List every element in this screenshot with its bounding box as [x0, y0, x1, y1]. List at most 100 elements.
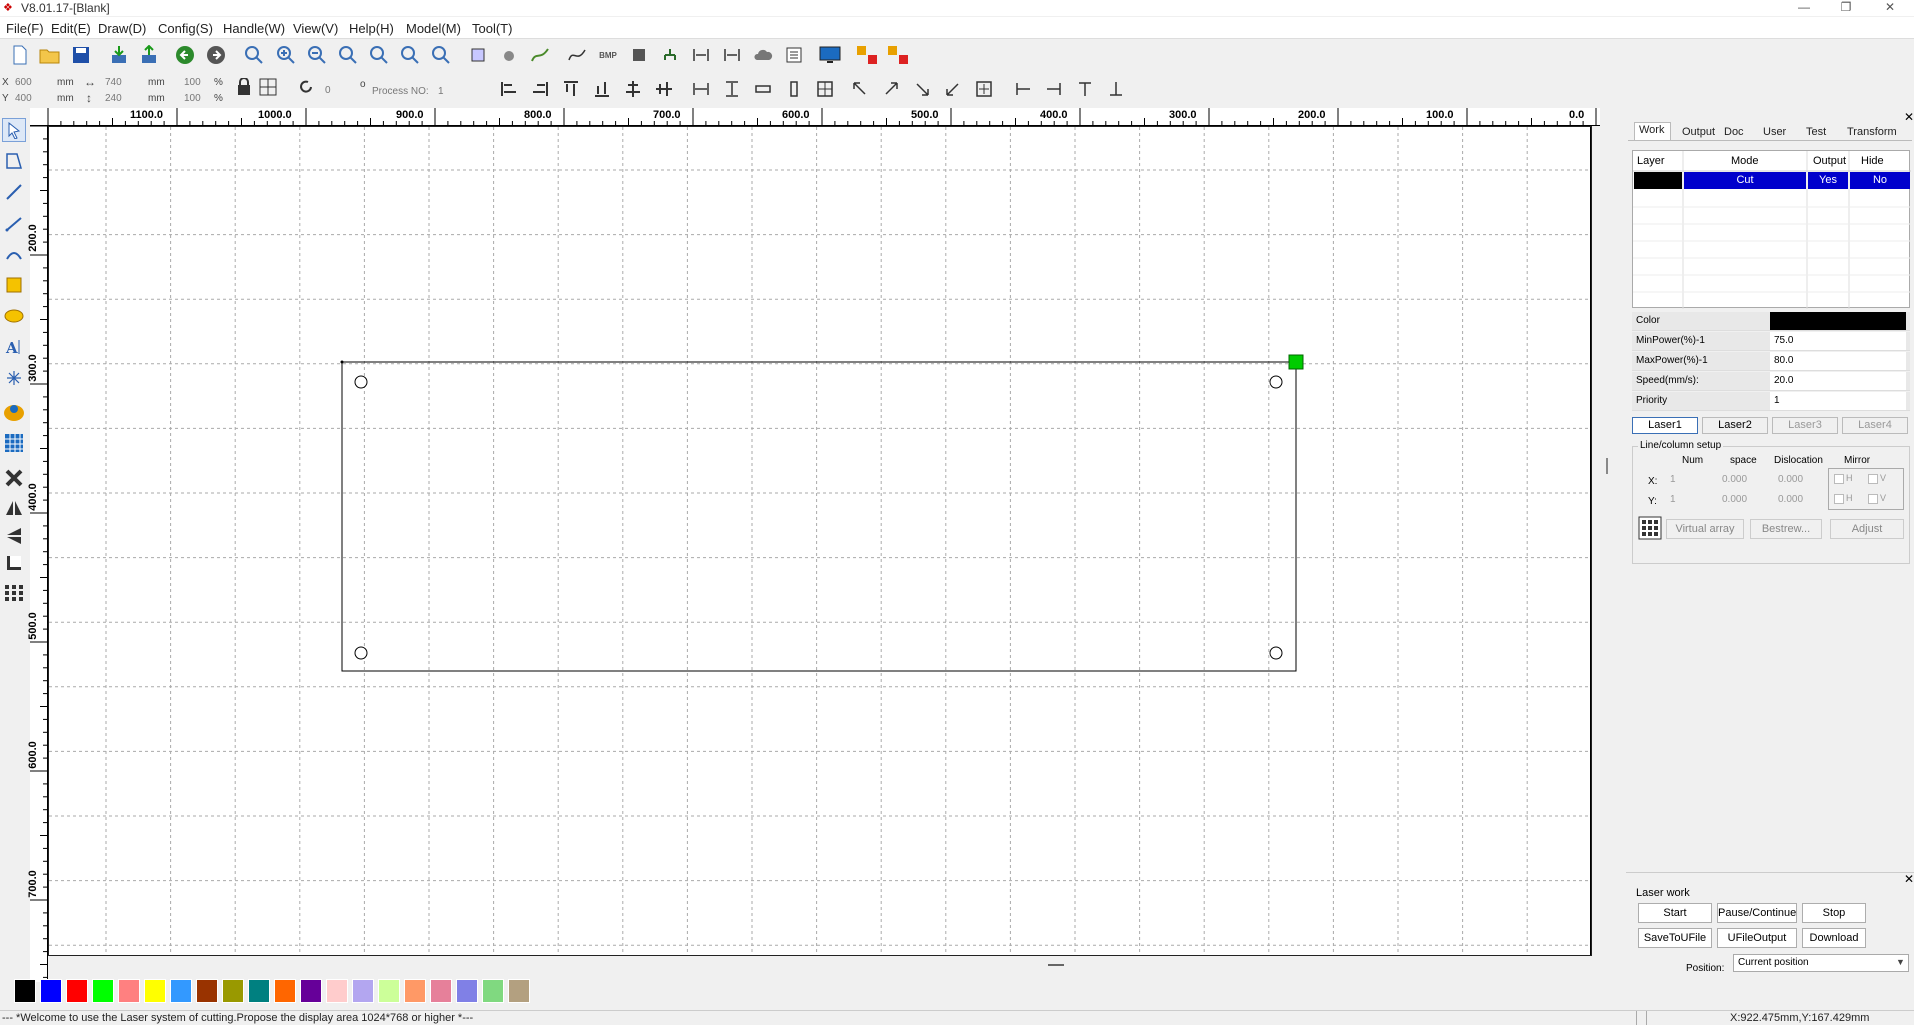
palette-swatch[interactable] [196, 979, 218, 1003]
mirror-x-h-checkbox[interactable] [1834, 474, 1844, 484]
bitmap-icon[interactable]: BMP [596, 44, 620, 66]
align-right-icon[interactable] [528, 78, 552, 100]
curve-icon[interactable] [565, 44, 589, 66]
adjust-button[interactable]: Adjust [1830, 519, 1904, 539]
zoom-all-icon[interactable] [429, 44, 453, 66]
priority-field[interactable]: 1 [1770, 392, 1906, 410]
same-size-icon[interactable] [751, 78, 775, 100]
line-tool-icon[interactable] [2, 180, 26, 204]
zoom-out-icon[interactable] [305, 44, 329, 66]
array-y-dislocation[interactable]: 0.000 [1778, 494, 1803, 505]
palette-swatch[interactable] [144, 979, 166, 1003]
lock-ratio-icon[interactable] [232, 76, 256, 98]
minimize-button[interactable]: — [1786, 0, 1822, 16]
stop-button[interactable]: Stop [1802, 903, 1866, 923]
edge-bottom-icon[interactable] [1104, 78, 1128, 100]
star-tool-icon[interactable] [2, 366, 26, 390]
start-button[interactable]: Start [1638, 903, 1712, 923]
menu-config[interactable]: Config(S) [158, 21, 213, 36]
zoom-in-icon[interactable] [274, 44, 298, 66]
layer-mode[interactable]: Cut [1684, 172, 1806, 189]
select-frame-icon[interactable] [466, 44, 490, 66]
save-to-ufile-button[interactable]: SaveToUFile [1638, 928, 1712, 948]
export-icon[interactable] [137, 44, 161, 66]
palette-swatch[interactable] [300, 979, 322, 1003]
width-field[interactable]: 740 [105, 77, 122, 88]
mirror-v-icon[interactable] [2, 524, 26, 548]
edge-top-icon[interactable] [1073, 78, 1097, 100]
palette-swatch[interactable] [40, 979, 62, 1003]
corner-br-icon[interactable] [910, 78, 934, 100]
palette-swatch[interactable] [456, 979, 478, 1003]
table-row[interactable]: Cut Yes No [1633, 172, 1911, 189]
palette-swatch[interactable] [222, 979, 244, 1003]
spacing-v-icon[interactable] [720, 44, 744, 66]
curve-tool-icon[interactable] [2, 242, 26, 266]
align-center-h-icon[interactable] [621, 78, 645, 100]
tab-work[interactable]: Work [1634, 122, 1672, 140]
tab-laser4[interactable]: Laser4 [1842, 417, 1908, 434]
edge-left-icon[interactable] [1011, 78, 1035, 100]
scale-w-field[interactable]: 100 [184, 77, 201, 88]
y-field[interactable]: 400 [15, 93, 32, 104]
same-height-icon[interactable] [720, 78, 744, 100]
path-edit-icon[interactable] [528, 44, 552, 66]
align-top-icon[interactable] [559, 78, 583, 100]
close-button[interactable]: ✕ [1872, 0, 1908, 16]
corner-bl-icon[interactable] [941, 78, 965, 100]
rotate-tool-icon[interactable] [2, 551, 26, 575]
palette-swatch[interactable] [482, 979, 504, 1003]
zoom-page-icon[interactable] [336, 44, 360, 66]
tab-user[interactable]: User [1763, 126, 1786, 138]
selection-handle[interactable] [1269, 375, 1283, 389]
palette-swatch[interactable] [14, 979, 36, 1003]
laser-work-close-icon[interactable]: ✕ [1904, 872, 1914, 886]
speed-field[interactable]: 20.0 [1770, 372, 1906, 390]
layer-hide[interactable]: No [1850, 172, 1910, 189]
node-edit-icon[interactable] [497, 44, 521, 66]
select-tool-icon[interactable] [2, 118, 26, 142]
redo-icon[interactable] [204, 44, 228, 66]
prop-color-swatch[interactable] [1770, 312, 1906, 330]
splitter-handle[interactable] [1606, 458, 1608, 474]
palette-swatch[interactable] [248, 979, 270, 1003]
restore-button[interactable]: ❐ [1828, 0, 1864, 16]
monitor-icon[interactable] [818, 44, 842, 66]
edge-right-icon[interactable] [1042, 78, 1066, 100]
work-object[interactable] [49, 127, 1592, 956]
rotate-icon[interactable] [294, 76, 318, 98]
undo-icon[interactable] [173, 44, 197, 66]
tab-doc[interactable]: Doc [1724, 126, 1744, 138]
tab-output[interactable]: Output [1682, 126, 1715, 138]
zoom-icon[interactable] [242, 44, 266, 66]
mirror-h-icon[interactable] [2, 496, 26, 520]
cloud-icon[interactable] [751, 44, 775, 66]
drawing-canvas[interactable] [48, 126, 1592, 956]
tab-test[interactable]: Test [1806, 126, 1826, 138]
tab-laser1[interactable]: Laser1 [1632, 417, 1698, 434]
spacing-h-icon[interactable] [689, 44, 713, 66]
tree-icon[interactable] [658, 44, 682, 66]
laser-head-icon[interactable] [855, 44, 879, 66]
delete-tool-icon[interactable] [2, 466, 26, 490]
tab-transform[interactable]: Transform [1847, 126, 1897, 138]
align-center-v-icon[interactable] [652, 78, 676, 100]
array-x-space[interactable]: 0.000 [1722, 474, 1747, 485]
menu-handle[interactable]: Handle(W) [223, 21, 285, 36]
virtual-array-button[interactable]: Virtual array [1666, 519, 1744, 539]
x-field[interactable]: 600 [15, 77, 32, 88]
distribute-icon[interactable] [782, 78, 806, 100]
palette-swatch[interactable] [170, 979, 192, 1003]
array-tool-icon[interactable] [2, 581, 26, 605]
selection-handle[interactable] [354, 375, 368, 389]
palette-swatch[interactable] [404, 979, 426, 1003]
menu-help[interactable]: Help(H) [349, 21, 394, 36]
process-field[interactable]: 1 [438, 86, 444, 97]
palette-swatch[interactable] [508, 979, 530, 1003]
palette-swatch[interactable] [430, 979, 452, 1003]
palette-swatch[interactable] [66, 979, 88, 1003]
tab-laser2[interactable]: Laser2 [1702, 417, 1768, 434]
mirror-y-v-checkbox[interactable] [1868, 494, 1878, 504]
same-width-icon[interactable] [689, 78, 713, 100]
menu-view[interactable]: View(V) [293, 21, 338, 36]
